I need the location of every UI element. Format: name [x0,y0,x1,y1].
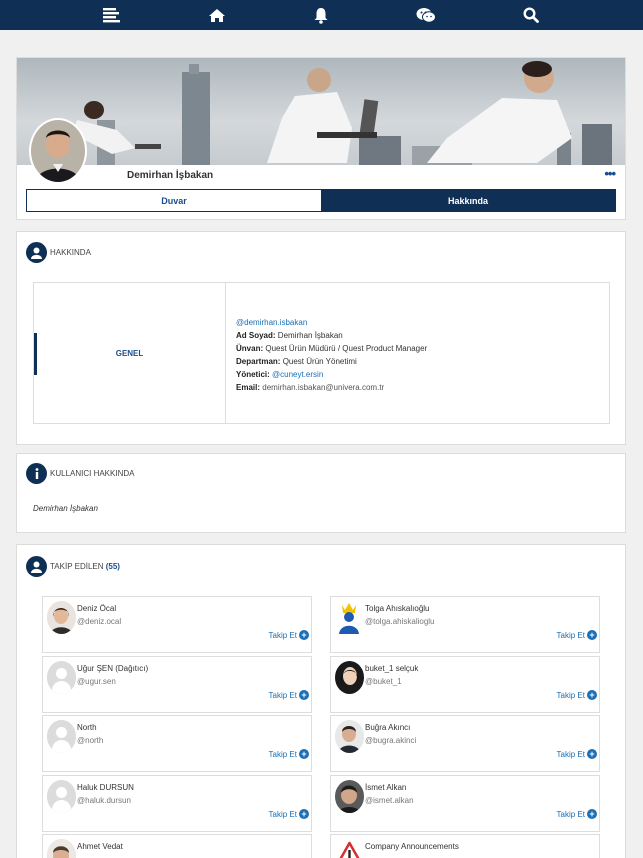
user-handle: @tolga.ahiskalioglu [365,617,435,626]
following-card: TAKİP EDİLEN (55) Deniz Öcal @deniz.ocal… [16,544,626,858]
user-avatar-placeholder [47,661,76,694]
user-name[interactable]: Company Announcements [365,842,459,851]
user-avatar-placeholder [47,720,76,753]
menu-icon[interactable] [100,3,124,27]
manager-link[interactable]: @cuneyt.ersin [272,370,323,379]
user-handle: @bugra.akinci [365,736,417,745]
plus-circle-icon: + [299,809,309,819]
user-avatar [335,720,364,753]
email-value: demirhan.isbakan@univera.com.tr [262,383,385,392]
cover-image [17,58,625,165]
follow-button[interactable]: Takip Et + [557,690,597,700]
tab-about[interactable]: Hakkında [321,190,615,211]
follow-button[interactable]: Takip Et + [557,749,597,759]
user-name[interactable]: Ahmet Vedat [77,842,123,851]
following-user-card[interactable]: İsmet Alkan @ismet.alkan Takip Et + [330,775,600,832]
following-user-card[interactable]: Buğra Akıncı @bugra.akinci Takip Et + [330,715,600,772]
following-header: TAKİP EDİLEN (55) [26,556,120,577]
user-name[interactable]: İsmet Alkan [365,783,406,792]
user-handle: @ugur.sen [77,677,116,686]
user-avatar [47,839,76,858]
following-user-card[interactable]: Uğur ŞEN (Dağıtıcı) @ugur.sen Takip Et + [42,656,312,713]
user-name[interactable]: Haluk DURSUN [77,783,134,792]
user-name[interactable]: buket_1 selçuk [365,664,418,673]
plus-circle-icon: + [587,630,597,640]
fullname-value: Demirhan İşbakan [277,331,343,340]
following-user-card[interactable]: Deniz Öcal @deniz.ocal Takip Et + [42,596,312,653]
user-name[interactable]: Deniz Öcal [77,604,116,613]
profile-tabs: Duvar Hakkında [26,189,616,212]
following-user-card[interactable]: Haluk DURSUN @haluk.dursun Takip Et + [42,775,312,832]
user-about-header: KULLANICI HAKKINDA [26,463,134,484]
follow-button[interactable]: Takip Et + [269,690,309,700]
home-icon[interactable] [205,3,229,27]
profile-card: Demirhan İşbakan ••• Duvar Hakkında [16,57,626,220]
user-about-text: Demirhan İşbakan [33,504,98,513]
more-options-icon[interactable]: ••• [604,166,616,181]
email-label: Email: [236,383,261,392]
profile-avatar[interactable] [29,118,87,184]
follow-button[interactable]: Takip Et + [269,749,309,759]
chat-icon[interactable] [414,3,438,27]
plus-circle-icon: + [299,690,309,700]
user-about-title: KULLANICI HAKKINDA [50,469,135,478]
plus-circle-icon: + [587,749,597,759]
user-handle: @haluk.dursun [77,796,131,805]
user-about-card: KULLANICI HAKKINDA Demirhan İşbakan [16,453,626,533]
user-name[interactable]: Buğra Akıncı [365,723,410,732]
user-avatar [335,661,364,694]
manager-label: Yönetici: [236,370,270,379]
user-handle: @ismet.alkan [365,796,414,805]
following-user-card[interactable]: Company Announcements [330,834,600,858]
plus-circle-icon: + [587,690,597,700]
title-value: Quest Ürün Müdürü / Quest Product Manage… [265,344,428,353]
follow-button[interactable]: Takip Et + [557,630,597,640]
user-name[interactable]: Tolga Ahıskalıoğlu [365,604,430,613]
info-icon [26,463,47,484]
following-user-card[interactable]: North @north Takip Et + [42,715,312,772]
warning-icon [335,839,364,858]
user-handle: @buket_1 [365,677,402,686]
plus-circle-icon: + [299,749,309,759]
fullname-label: Ad Soyad: [236,331,276,340]
following-user-card[interactable]: Tolga Ahıskalıoğlu @tolga.ahiskalioglu T… [330,596,600,653]
plus-circle-icon: + [587,809,597,819]
user-icon [26,242,47,263]
about-header: HAKKINDA [26,242,91,263]
about-card: HAKKINDA GENEL @demirhan.isbakan Ad Soya… [16,231,626,445]
following-count[interactable]: (55) [106,562,120,571]
top-navigation-bar [0,0,643,30]
follow-button[interactable]: Takip Et + [269,809,309,819]
user-avatar [335,780,364,813]
user-name[interactable]: North [77,723,97,732]
bell-icon[interactable] [309,3,333,27]
user-handle: @deniz.ocal [77,617,122,626]
user-handle: @north [77,736,104,745]
info-details: @demirhan.isbakan Ad Soyad: Demirhan İşb… [226,283,437,423]
info-category[interactable]: GENEL [34,283,226,423]
following-user-card[interactable]: Ahmet Vedat [42,834,312,858]
user-icon [26,556,47,577]
following-user-card[interactable]: buket_1 selçuk @buket_1 Takip Et + [330,656,600,713]
username-link[interactable]: @demirhan.isbakan [236,318,307,327]
follow-button[interactable]: Takip Et + [557,809,597,819]
user-avatar [47,601,76,634]
search-icon[interactable] [519,3,543,27]
user-name[interactable]: Uğur ŞEN (Dağıtıcı) [77,664,148,673]
title-label: Ünvan: [236,344,264,353]
tab-wall[interactable]: Duvar [27,190,321,211]
about-title: HAKKINDA [50,248,91,257]
dept-value: Quest Ürün Yönetimi [282,357,357,366]
following-title: TAKİP EDİLEN (55) [50,562,120,571]
user-avatar [335,601,364,634]
category-label: GENEL [115,348,144,358]
active-indicator [34,333,37,375]
user-avatar-placeholder [47,780,76,813]
profile-name: Demirhan İşbakan [127,170,214,181]
dept-label: Departman: [236,357,281,366]
plus-circle-icon: + [299,630,309,640]
info-box: GENEL @demirhan.isbakan Ad Soyad: Demirh… [33,282,610,424]
follow-button[interactable]: Takip Et + [269,630,309,640]
